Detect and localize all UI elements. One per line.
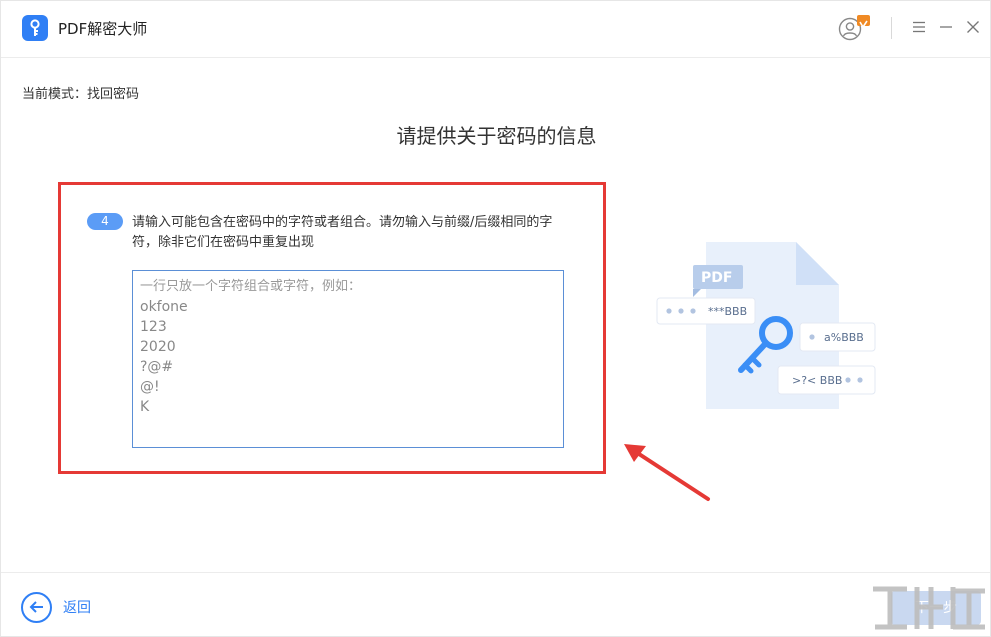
minimize-button[interactable] [935,16,957,38]
pdf-tag-label: PDF [701,270,732,286]
titlebar-divider [891,17,892,39]
titlebar-separator [1,57,990,58]
pdf-key-illustration: PDF ***BBB a%BBB >?< BBB [656,242,876,409]
annotation-arrow-icon [624,444,710,501]
character-combination-input[interactable]: 一行只放一个字符组合或字符，例如： okfone 123 2020 ?@# @! K [132,270,564,448]
current-mode-label: 当前模式：找回密码 [22,87,140,102]
close-icon [967,21,979,33]
page-title: 请提供关于密码的信息 [396,124,597,148]
menu-button[interactable] [908,16,930,38]
app-title: PDF解密大师 [58,20,148,38]
minimize-icon [940,26,952,28]
input-example-line: ?@# [140,359,174,375]
site-watermark-logo [873,586,985,630]
step-number-badge: 4 [87,213,123,230]
title-bar: PDF解密大师 [1,1,991,57]
key-logo-icon [22,15,48,41]
menu-icon [913,21,925,33]
input-example-line: @! [140,379,160,395]
back-arrow-icon [21,591,52,623]
back-label: 返回 [63,600,91,616]
back-button[interactable]: 返回 [21,591,103,623]
illustration-card-text: >?< BBB [792,374,842,387]
input-example-line: okfone [140,299,188,315]
step-instruction: 请输入可能包含在密码中的字符或者组合。请勿输入与前缀/后缀相同的字符，除非它们在… [132,215,553,250]
input-example-line: 123 [140,319,167,335]
illustration-card-text: a%BBB [824,331,864,344]
footer-separator [1,572,990,573]
input-example-line: K [140,399,150,415]
input-hint: 一行只放一个字符组合或字符，例如： [140,279,362,294]
close-button[interactable] [962,16,984,38]
illustration-card-text: ***BBB [708,305,747,318]
vip-badge-icon [857,15,870,29]
input-example-line: 2020 [140,339,176,355]
app-window: PDF解密大师 当前模式：找回密码 请提供关于密码的信息 4 请输入可能包含在密… [0,0,991,637]
